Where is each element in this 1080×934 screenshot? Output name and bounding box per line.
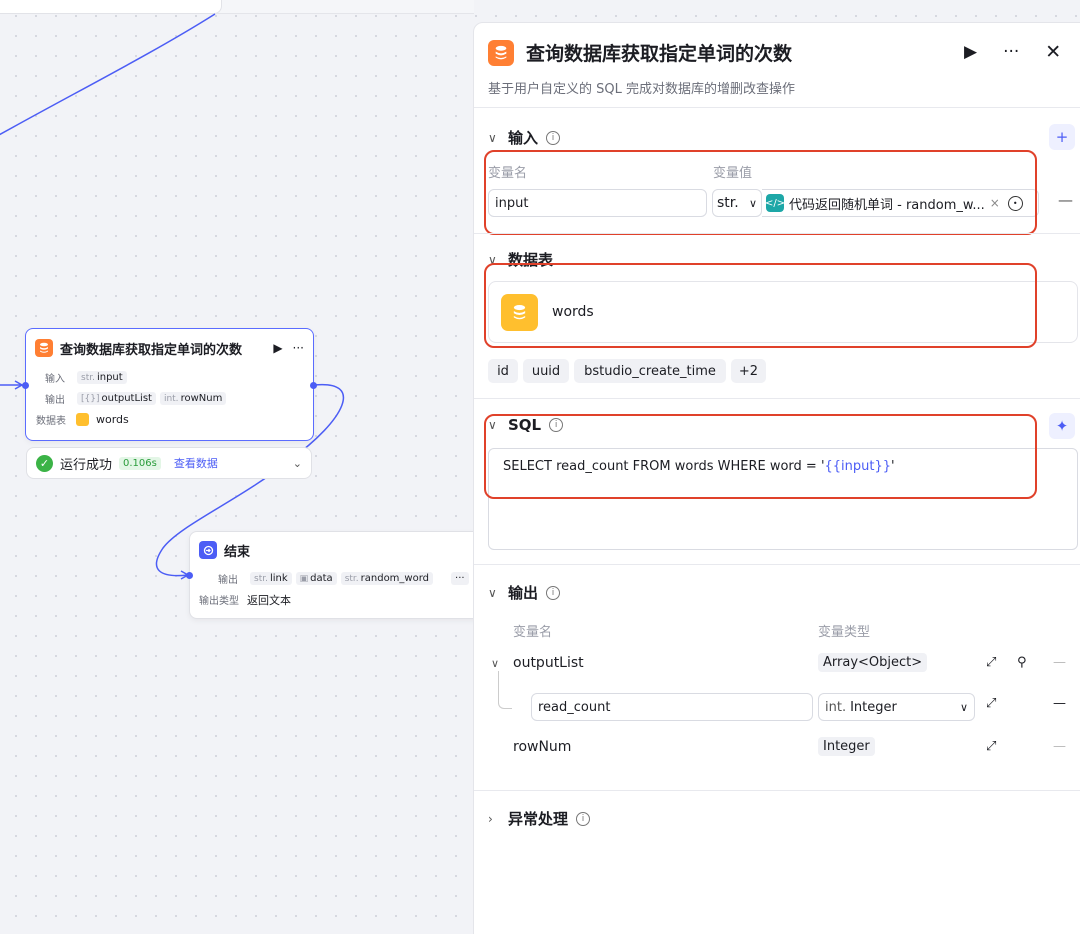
- input-section-header[interactable]: ∨ 输入 i: [488, 127, 561, 148]
- chevron-right-icon: ›: [488, 811, 493, 826]
- highlight-box-input: [484, 150, 1037, 235]
- error-section-header[interactable]: › 异常处理 i: [488, 808, 591, 829]
- database-node[interactable]: 查询数据库获取指定单词的次数 ▶ ··· 输入 str. input 输出 [{}…: [25, 328, 314, 441]
- end-type-label: 输出类型: [199, 596, 239, 607]
- remove-input-icon[interactable]: —: [1058, 191, 1073, 209]
- input-tag: str. input: [77, 371, 127, 384]
- field-chip: id: [488, 359, 518, 383]
- input-port[interactable]: [22, 382, 29, 389]
- run-status-bar[interactable]: ✓ 运行成功 0.106s 查看数据 ⌄: [26, 447, 312, 479]
- run-icon[interactable]: ▶: [273, 341, 282, 355]
- run-time-badge: 0.106s: [119, 456, 161, 470]
- node-output-row: 输出 [{}] outputList int. rowNum: [26, 388, 313, 409]
- field-more-chip[interactable]: +2: [731, 359, 766, 383]
- table-icon: [76, 413, 89, 426]
- chevron-down-icon: ∨: [488, 585, 497, 600]
- node-input-row: 输入 str. input: [26, 367, 313, 388]
- tree-connector: [498, 671, 512, 709]
- end-output-label: 输出: [218, 575, 238, 586]
- node-table-row: 数据表 words: [26, 409, 313, 430]
- info-icon: i: [546, 585, 561, 600]
- success-icon: ✓: [36, 454, 53, 472]
- chevron-down-icon: ∨: [488, 130, 497, 145]
- highlight-box-table: [484, 263, 1037, 348]
- end-node[interactable]: 结束 输出 str. link ▣ data str. random_word ···…: [189, 531, 489, 619]
- end-icon: [199, 541, 217, 559]
- expand-icon[interactable]: ⤢: [986, 696, 996, 711]
- end-type-value: 返回文本: [247, 593, 291, 607]
- more-icon[interactable]: ···: [293, 341, 304, 355]
- chevron-down-icon[interactable]: ∨: [491, 657, 499, 670]
- chevron-down-icon[interactable]: ⌄: [293, 457, 302, 470]
- info-icon: i: [546, 130, 561, 145]
- info-icon: i: [576, 811, 591, 826]
- output-port[interactable]: [310, 382, 317, 389]
- divider: [474, 790, 1080, 791]
- table-name: words: [96, 413, 129, 426]
- end-tag-random-word: str. random_word: [340, 572, 434, 585]
- close-icon[interactable]: ✕: [1045, 41, 1061, 63]
- output-child-name-field[interactable]: read_count: [531, 693, 813, 721]
- end-more-icon[interactable]: ···: [451, 572, 469, 585]
- panel-title[interactable]: 查询数据库获取指定单词的次数: [526, 39, 792, 66]
- col-output-type: 变量类型: [818, 625, 871, 640]
- input-label: 输入: [45, 374, 65, 385]
- field-chip: bstudio_create_time: [574, 359, 726, 383]
- remove-icon[interactable]: —: [1053, 696, 1066, 711]
- output-tag-rownum: int. rowNum: [159, 392, 227, 405]
- end-output-row: 输出 str. link ▣ data str. random_word ···: [190, 568, 488, 589]
- divider: [474, 107, 1080, 108]
- output-child-type-select[interactable]: int. Integer ∨: [818, 693, 975, 721]
- end-input-port[interactable]: [186, 572, 193, 579]
- end-type-row: 输出类型 返回文本: [190, 589, 488, 610]
- divider: [474, 398, 1080, 399]
- col-output-name: 变量名: [513, 625, 553, 640]
- run-status-text: 运行成功: [60, 457, 113, 473]
- database-icon: [488, 39, 514, 66]
- add-input-button[interactable]: +: [1049, 124, 1075, 150]
- divider: [474, 233, 1080, 234]
- table-label: 数据表: [36, 416, 66, 427]
- image-icon: ▣: [299, 573, 309, 584]
- end-tag-data: ▣ data: [295, 572, 337, 585]
- node-title: 查询数据库获取指定单词的次数: [60, 342, 243, 358]
- expand-icon[interactable]: ⤢: [986, 655, 996, 670]
- field-chip: uuid: [523, 359, 569, 383]
- output-type-chip: Array<Object>: [818, 653, 928, 672]
- expand-icon[interactable]: ⤢: [986, 739, 996, 754]
- node-config-panel: 查询数据库获取指定单词的次数 ▶ ··· ✕ 基于用户自定义的 SQL 完成对数…: [473, 22, 1080, 934]
- connection-line-top: [0, 13, 216, 136]
- output-var-name: rowNum: [513, 739, 572, 755]
- panel-description: 基于用户自定义的 SQL 完成对数据库的增删改查操作: [488, 82, 795, 97]
- more-icon[interactable]: ···: [1003, 42, 1019, 62]
- chevron-down-icon: ∨: [959, 700, 968, 714]
- add-child-icon[interactable]: ⚲: [1017, 655, 1027, 670]
- run-icon[interactable]: ▶: [964, 42, 977, 62]
- remove-icon: —: [1053, 655, 1066, 670]
- highlight-box-sql: [484, 414, 1037, 499]
- view-data-link[interactable]: 查看数据: [174, 455, 218, 471]
- divider: [474, 564, 1080, 565]
- output-label: 输出: [45, 395, 65, 406]
- ai-generate-sql-button[interactable]: ✦: [1049, 413, 1075, 439]
- output-section-header[interactable]: ∨ 输出 i: [488, 582, 561, 603]
- output-tag-list: [{}] outputList: [77, 392, 156, 405]
- remove-icon: —: [1053, 739, 1066, 754]
- database-icon: [35, 339, 53, 357]
- end-tag-link: str. link: [250, 572, 292, 585]
- output-var-name: outputList: [513, 655, 584, 671]
- output-type-chip: Integer: [818, 737, 875, 756]
- end-node-title: 结束: [224, 544, 251, 560]
